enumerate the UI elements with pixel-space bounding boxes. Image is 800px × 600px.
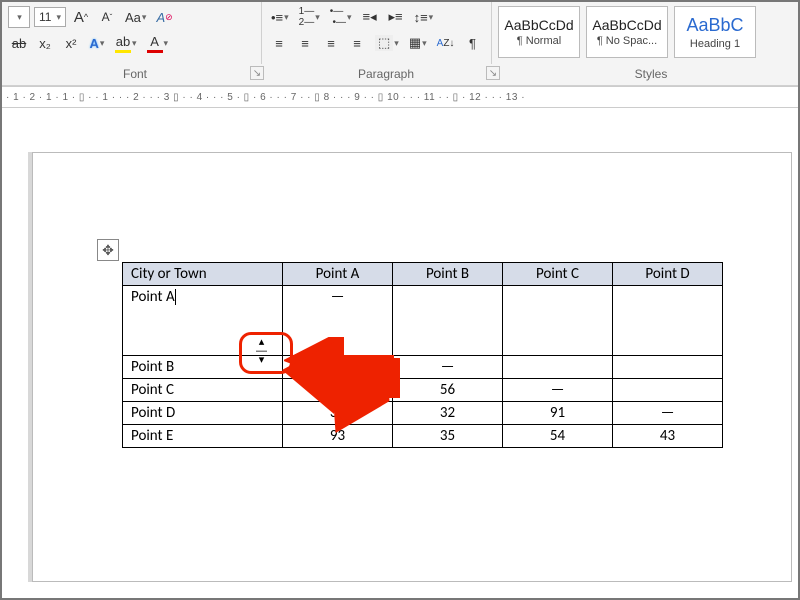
table-header-row: City or Town Point A Point B Point C Poi… [123, 263, 723, 286]
table-row[interactable]: Point E 93 35 54 43 [123, 425, 723, 448]
styles-group-label: Styles [504, 64, 798, 85]
style-no-spacing[interactable]: AaBbCcDd ¶ No Spac... [586, 6, 668, 58]
font-name-dropdown[interactable]: ▾ [8, 6, 30, 28]
header-point-a: Point A [283, 263, 393, 286]
paragraph-group: •≡▾ 1—2—▾ •— •—▾ ≡◂ ▸≡ ↕≡▾ ≡ ≡ ≡ ≡ ⬚▾ ▦▾… [262, 2, 492, 64]
clear-formatting-button[interactable]: A⊘ [153, 6, 175, 28]
table-move-handle-icon[interactable]: ✥ [97, 239, 119, 261]
align-right-button[interactable]: ≡ [320, 32, 342, 54]
grow-font-button[interactable]: A^ [70, 6, 92, 28]
strikethrough-button[interactable]: ab [8, 32, 30, 54]
horizontal-ruler[interactable]: · 1 · 2 · 1 · 1 · ▯ · · 1 · · · 2 · · · … [2, 86, 798, 108]
style-normal[interactable]: AaBbCcDd ¶ Normal [498, 6, 580, 58]
text-cursor [175, 289, 176, 305]
paragraph-group-label: Paragraph ↘ [268, 64, 504, 85]
justify-button[interactable]: ≡ [346, 32, 368, 54]
distance-table[interactable]: City or Town Point A Point B Point C Poi… [122, 262, 723, 448]
subscript-button[interactable]: x₂ [34, 32, 56, 54]
header-point-b: Point B [393, 263, 503, 286]
superscript-button[interactable]: x² [60, 32, 82, 54]
align-center-button[interactable]: ≡ [294, 32, 316, 54]
multilevel-button[interactable]: •— •—▾ [327, 6, 355, 28]
ribbon: ▾ 11▾ A^ Aˇ Aa▾ A⊘ ab x₂ x² A▾ ab▾ A▾ •≡… [2, 2, 798, 86]
font-launcher-icon[interactable]: ↘ [250, 66, 264, 80]
row-resize-cursor-icon: ▴—▾ [256, 338, 267, 365]
font-group: ▾ 11▾ A^ Aˇ Aa▾ A⊘ ab x₂ x² A▾ ab▾ A▾ [2, 2, 262, 64]
change-case-button[interactable]: Aa▾ [122, 6, 149, 28]
numbering-button[interactable]: 1—2—▾ [296, 6, 323, 28]
show-marks-button[interactable]: ¶ [461, 32, 483, 54]
paragraph-launcher-icon[interactable]: ↘ [486, 66, 500, 80]
align-left-button[interactable]: ≡ [268, 32, 290, 54]
sort-button[interactable]: AZ↓ [434, 32, 458, 54]
increase-indent-button[interactable]: ▸≡ [385, 6, 407, 28]
styles-group: AaBbCcDd ¶ Normal AaBbCcDd ¶ No Spac... … [492, 2, 798, 64]
header-city: City or Town [123, 263, 283, 286]
line-spacing-button[interactable]: ↕≡▾ [411, 6, 437, 28]
table-row[interactable]: Point C 64 56 — [123, 379, 723, 402]
style-heading1[interactable]: AaBbC Heading 1 [674, 6, 756, 58]
table-row[interactable]: Point D 37 32 91 — [123, 402, 723, 425]
header-point-c: Point C [503, 263, 613, 286]
text-effects-button[interactable]: A▾ [86, 32, 108, 54]
font-color-button[interactable]: A▾ [144, 32, 172, 54]
highlight-button[interactable]: ab▾ [112, 32, 140, 54]
table-row[interactable]: Point B 87 — [123, 356, 723, 379]
font-size-input[interactable]: 11▾ [34, 7, 66, 27]
font-group-label: Font ↘ [2, 64, 268, 85]
decrease-indent-button[interactable]: ≡◂ [359, 6, 381, 28]
shrink-font-button[interactable]: Aˇ [96, 6, 118, 28]
header-point-d: Point D [613, 263, 723, 286]
borders-button[interactable]: ▦▾ [406, 32, 430, 54]
bullets-button[interactable]: •≡▾ [268, 6, 292, 28]
shading-button[interactable]: ⬚▾ [372, 32, 402, 54]
table-row[interactable]: Point A — [123, 286, 723, 356]
